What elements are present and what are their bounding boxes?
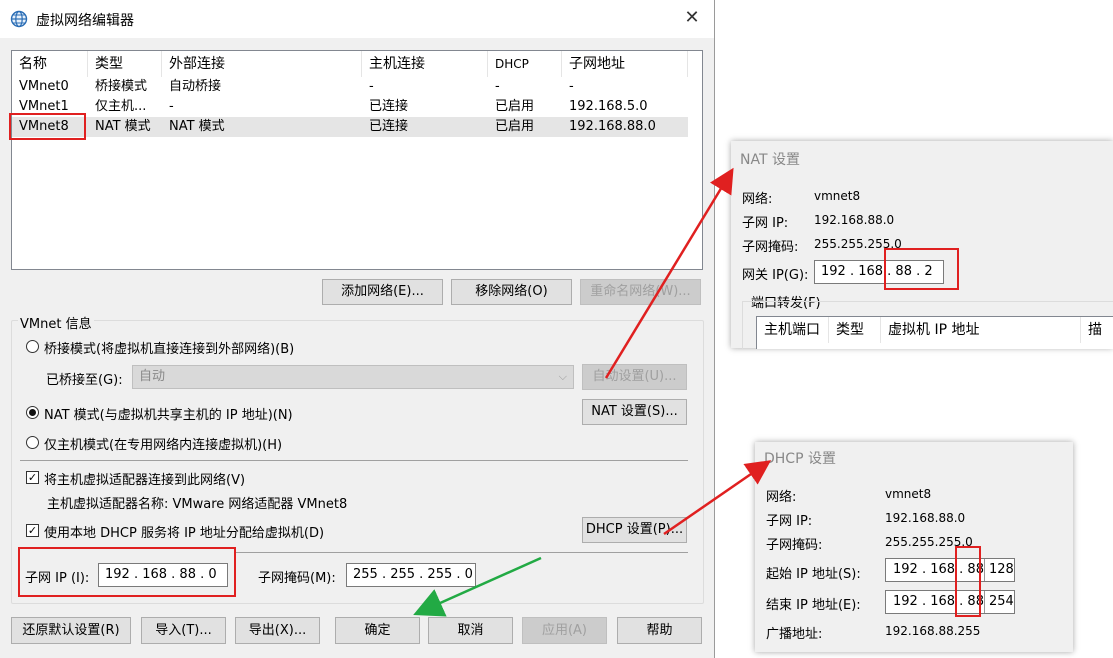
green-arrow-to-ok bbox=[413, 556, 542, 617]
red-arrow-to-dhcp bbox=[663, 460, 772, 536]
red-arrow-to-nat bbox=[604, 167, 734, 379]
annotation-arrows bbox=[413, 167, 772, 617]
